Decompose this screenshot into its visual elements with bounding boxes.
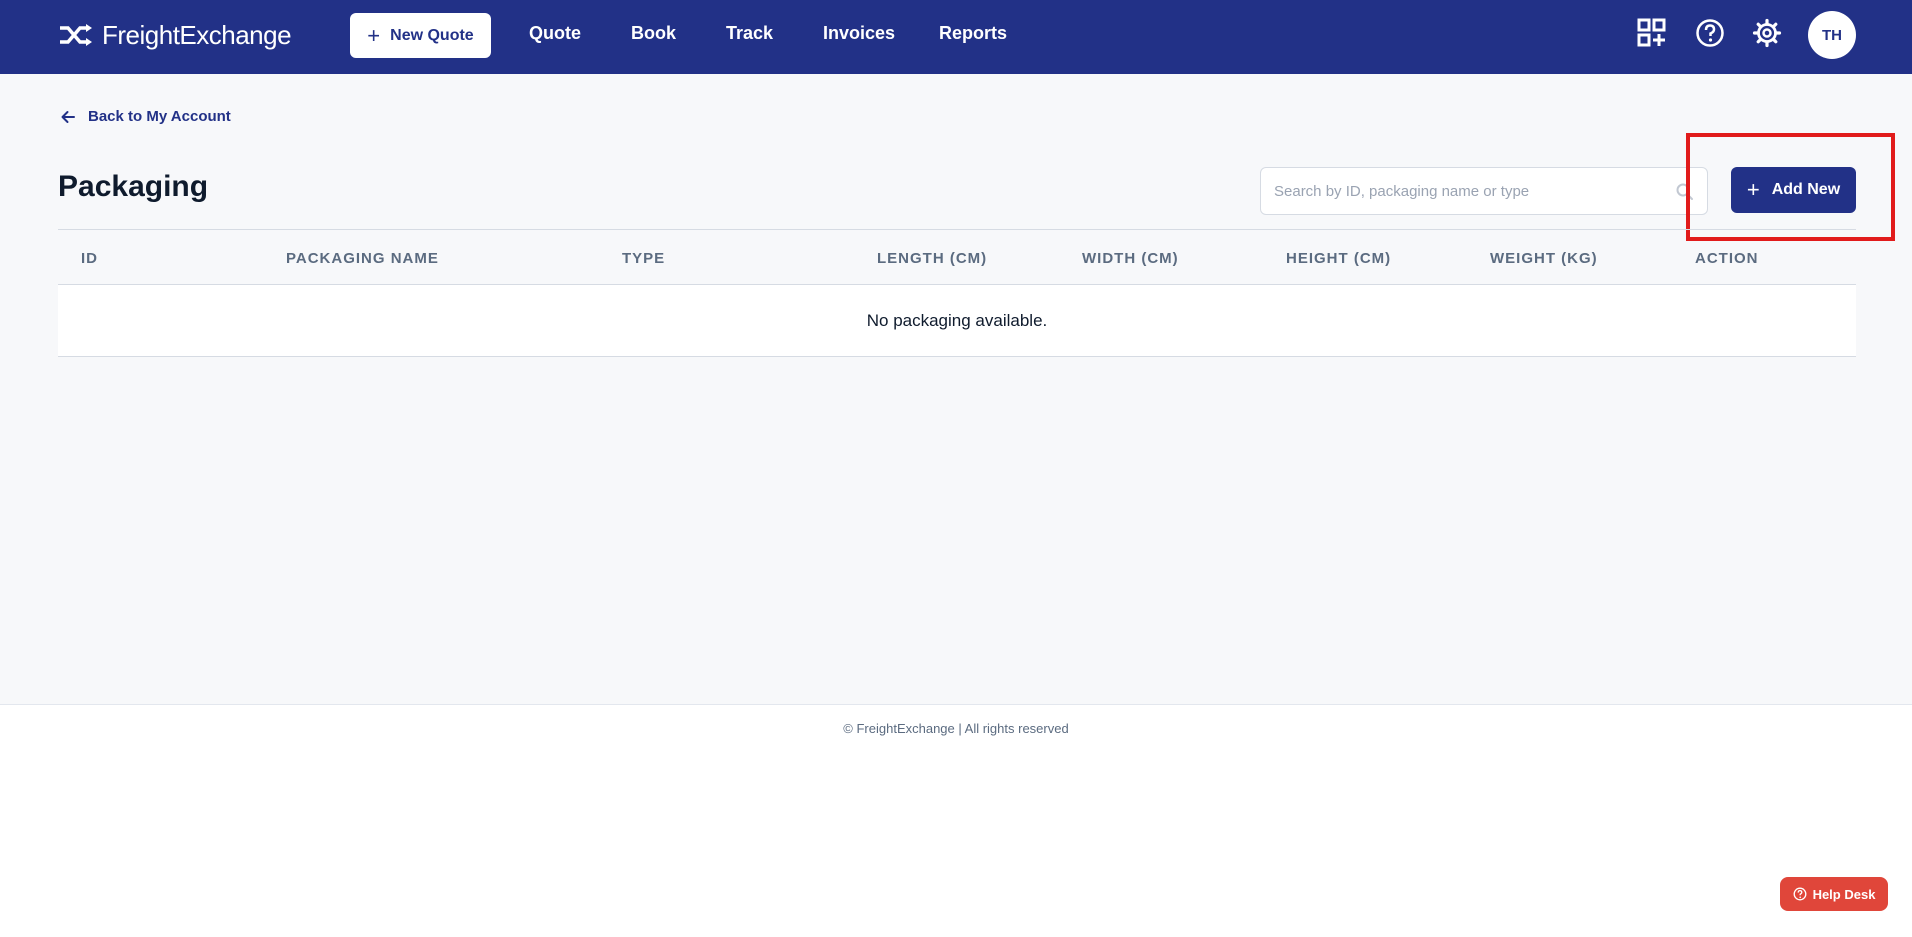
help-circle-icon: [1793, 887, 1807, 901]
column-header-action: ACTION: [1695, 250, 1759, 267]
qr-add-icon[interactable]: [1636, 17, 1668, 49]
shuffle-logo-icon: [60, 24, 92, 46]
back-label: Back to My Account: [88, 108, 231, 125]
column-header-id: ID: [81, 250, 98, 267]
nav-invoices[interactable]: Invoices: [823, 23, 895, 44]
packaging-table: ID PACKAGING NAME TYPE LENGTH (CM) WIDTH…: [58, 229, 1856, 357]
column-header-length: LENGTH (CM): [877, 250, 988, 267]
plus-icon: +: [367, 22, 381, 48]
help-desk-button[interactable]: Help Desk: [1780, 877, 1888, 911]
search-box: [1260, 167, 1708, 215]
nav-reports[interactable]: Reports: [939, 23, 1007, 44]
nav-book[interactable]: Book: [631, 23, 676, 44]
empty-state-row: No packaging available.: [58, 285, 1856, 357]
column-header-type: TYPE: [622, 250, 666, 267]
empty-state-message: No packaging available.: [866, 310, 1048, 330]
help-desk-label: Help Desk: [1812, 886, 1876, 902]
nav-quote[interactable]: Quote: [529, 23, 581, 44]
new-quote-button[interactable]: + New Quote: [350, 13, 491, 58]
page-title: Packaging: [58, 170, 209, 203]
brand-name: FreightExchange: [102, 19, 292, 50]
column-header-packaging-name: PACKAGING NAME: [286, 250, 439, 267]
top-navbar: FreightExchange + New Quote Quote Book T…: [0, 0, 1912, 74]
gear-icon[interactable]: [1751, 17, 1783, 49]
search-input[interactable]: [1261, 168, 1707, 214]
help-circle-icon[interactable]: [1694, 17, 1726, 49]
back-to-account-link[interactable]: Back to My Account: [60, 108, 231, 125]
user-avatar[interactable]: TH: [1808, 11, 1856, 59]
brand-logo[interactable]: FreightExchange: [58, 18, 292, 52]
column-header-height: HEIGHT (CM): [1286, 250, 1392, 267]
footer-copyright: © FreightExchange | All rights reserved: [843, 721, 1069, 736]
page-footer: © FreightExchange | All rights reserved: [0, 704, 1912, 937]
column-header-width: WIDTH (CM): [1082, 250, 1179, 267]
new-quote-label: New Quote: [390, 26, 474, 44]
nav-track[interactable]: Track: [726, 23, 773, 44]
table-header: ID PACKAGING NAME TYPE LENGTH (CM) WIDTH…: [58, 229, 1856, 285]
arrow-left-icon: [61, 110, 75, 123]
column-header-weight: WEIGHT (KG): [1490, 250, 1598, 267]
highlight-annotation-box: [1686, 133, 1895, 241]
